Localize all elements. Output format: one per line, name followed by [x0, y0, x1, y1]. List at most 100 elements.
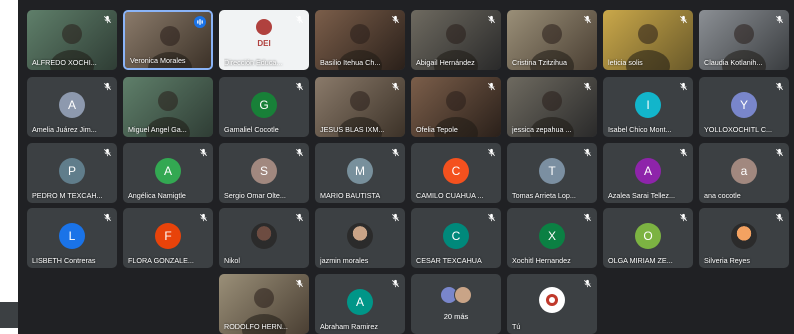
participant-tile[interactable]: A Angélica Namigtle [123, 143, 213, 203]
mic-off-icon [582, 14, 592, 24]
participant-tile[interactable]: DEI Dirección Educa... [219, 10, 309, 70]
participant-avatar: A [635, 157, 661, 184]
participant-tile[interactable]: ALFREDO XOCHI... [27, 10, 117, 70]
participant-avatar: Y [731, 91, 757, 118]
mic-off-icon [102, 81, 112, 91]
participant-tile[interactable]: Veronica Morales [123, 10, 213, 70]
participant-tile[interactable]: Silveria Reyes [699, 208, 789, 268]
participant-tile[interactable]: leticia solis [603, 10, 693, 70]
participant-name: PEDRO M TEXCAH... [32, 191, 103, 200]
participant-name: Isabel Chico Mont... [608, 125, 672, 134]
participant-avatar: P [59, 157, 85, 184]
participant-avatar: A [347, 288, 373, 315]
participant-photo-avatar [251, 222, 277, 249]
mic-off-icon [390, 14, 400, 24]
participant-tile[interactable]: O OLGA MIRIAM ZE... [603, 208, 693, 268]
participant-avatar: M [347, 157, 373, 184]
mic-off-icon [102, 14, 112, 24]
mic-off-icon [678, 81, 688, 91]
participant-name: CESAR TEXCAHUA [416, 256, 482, 265]
participant-tile[interactable]: Cristina Tzitzihua [507, 10, 597, 70]
mic-off-icon [486, 14, 496, 24]
participant-tile[interactable]: Abigail Hernández [411, 10, 501, 70]
participant-name: ALFREDO XOCHI... [32, 58, 97, 67]
participant-name: FLORA GONZALE... [128, 256, 194, 265]
participant-name: Tú [512, 322, 521, 331]
participant-tile[interactable]: Claudia Kotlanih... [699, 10, 789, 70]
mic-off-icon [294, 278, 304, 288]
participant-photo-avatar [347, 222, 373, 249]
participant-tile[interactable]: F FLORA GONZALE... [123, 208, 213, 268]
mic-off-icon [486, 212, 496, 222]
participant-name: JESUS BLAS IXM... [320, 125, 385, 134]
participant-name: YOLLOXOCHITL C... [704, 125, 773, 134]
mic-off-icon [774, 147, 784, 157]
participant-avatar: C [443, 222, 469, 249]
participant-avatar: O [635, 222, 661, 249]
speaking-indicator-icon [194, 16, 206, 28]
mic-off-icon [390, 81, 400, 91]
mic-off-icon [582, 212, 592, 222]
participant-avatar: F [155, 222, 181, 249]
participant-tile[interactable]: A Azalea Sarai Tellez... [603, 143, 693, 203]
participant-name: Sergio Omar Olte... [224, 191, 286, 200]
mic-off-icon [774, 14, 784, 24]
participant-tile[interactable]: P PEDRO M TEXCAH... [27, 143, 117, 203]
meeting-grid: ALFREDO XOCHI... Veronica Morales DEI Direc… [18, 0, 794, 334]
participant-name: jazmin morales [320, 256, 369, 265]
mic-off-icon [390, 147, 400, 157]
mic-off-icon [294, 147, 304, 157]
participant-tile[interactable]: Miguel Angel Ga... [123, 77, 213, 137]
participant-name: Cristina Tzitzihua [512, 58, 567, 67]
participant-name: Abigail Hernández [416, 58, 475, 67]
mic-off-icon [390, 212, 400, 222]
mic-off-icon [486, 81, 496, 91]
participant-name: Amelia Juárez Jim... [32, 125, 97, 134]
participant-name: OLGA MIRIAM ZE... [608, 256, 673, 265]
more-participants-count: 20 más [443, 312, 469, 321]
participant-tile[interactable]: jessica zepahua ... [507, 77, 597, 137]
participant-tile[interactable]: jazmin morales [315, 208, 405, 268]
participant-name: Azalea Sarai Tellez... [608, 191, 675, 200]
participant-tile[interactable]: Basilio Itehua Ch... [315, 10, 405, 70]
participant-name: Ofelia Tepole [416, 125, 458, 134]
mic-off-icon [678, 147, 688, 157]
participant-name: leticia solis [608, 58, 643, 67]
participant-avatar: I [635, 91, 661, 118]
participant-tile[interactable]: RODOLFO HERN... [219, 274, 309, 334]
participant-tile[interactable]: A Abraham Ramirez [315, 274, 405, 334]
participant-tile[interactable]: JESUS BLAS IXM... [315, 77, 405, 137]
participant-tile[interactable]: M MARIO BAUTISTA [315, 143, 405, 203]
participant-tile[interactable]: A Amelia Juárez Jim... [27, 77, 117, 137]
participant-tile[interactable]: S Sergio Omar Olte... [219, 143, 309, 203]
participant-name: Silveria Reyes [704, 256, 750, 265]
participant-tile[interactable]: G Gamaliel Cocotle [219, 77, 309, 137]
participant-avatar: S [251, 157, 277, 184]
mic-off-icon [102, 147, 112, 157]
participant-name: Abraham Ramirez [320, 322, 378, 331]
participant-tile[interactable]: 20 más [411, 274, 501, 334]
mic-off-icon [198, 212, 208, 222]
participant-tile[interactable]: L LISBETH Contreras [27, 208, 117, 268]
participant-name: ana cocotle [704, 191, 741, 200]
mic-off-icon [294, 14, 304, 24]
participant-tile[interactable]: X Xochitl Hernandez [507, 208, 597, 268]
mic-off-icon [294, 81, 304, 91]
participant-tile[interactable]: Nikol [219, 208, 309, 268]
participant-avatar: C [443, 157, 469, 184]
mic-off-icon [102, 212, 112, 222]
participant-avatar: G [251, 91, 277, 118]
participant-tile[interactable]: Ofelia Tepole [411, 77, 501, 137]
participant-tile[interactable]: C CESAR TEXCAHUA [411, 208, 501, 268]
participant-tile[interactable]: Tú [507, 274, 597, 334]
svg-text:DEI: DEI [257, 39, 270, 48]
participant-name: MARIO BAUTISTA [320, 191, 381, 200]
participant-tile[interactable]: I Isabel Chico Mont... [603, 77, 693, 137]
participant-tile[interactable]: C CAMILO CUAHUA ... [411, 143, 501, 203]
participant-tile[interactable]: T Tomas Arrieta Lop... [507, 143, 597, 203]
participant-tile[interactable]: Y YOLLOXOCHITL C... [699, 77, 789, 137]
mic-off-icon [390, 278, 400, 288]
mic-off-icon [678, 14, 688, 24]
participant-tile[interactable]: a ana cocotle [699, 143, 789, 203]
participant-name: Gamaliel Cocotle [224, 125, 279, 134]
